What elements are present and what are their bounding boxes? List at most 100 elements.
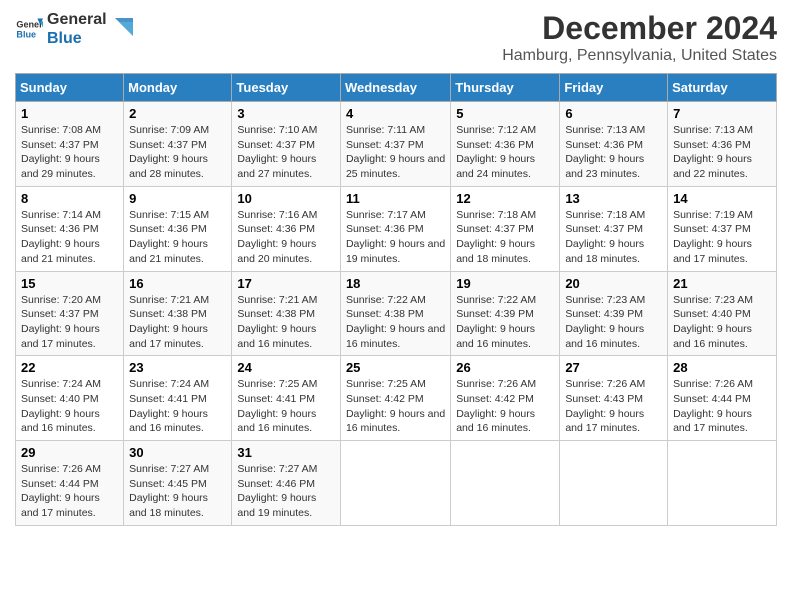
calendar-cell: 27 Sunrise: 7:26 AMSunset: 4:43 PMDaylig… xyxy=(560,356,668,441)
calendar-table: SundayMondayTuesdayWednesdayThursdayFrid… xyxy=(15,73,777,526)
logo-triangle xyxy=(111,18,133,40)
calendar-cell: 10 Sunrise: 7:16 AMSunset: 4:36 PMDaylig… xyxy=(232,186,341,271)
day-number: 7 xyxy=(673,106,771,121)
calendar-header-row: SundayMondayTuesdayWednesdayThursdayFrid… xyxy=(16,74,777,102)
calendar-cell: 5 Sunrise: 7:12 AMSunset: 4:36 PMDayligh… xyxy=(451,102,560,187)
calendar-cell: 2 Sunrise: 7:09 AMSunset: 4:37 PMDayligh… xyxy=(124,102,232,187)
day-number: 14 xyxy=(673,191,771,206)
day-number: 5 xyxy=(456,106,554,121)
calendar-cell: 6 Sunrise: 7:13 AMSunset: 4:36 PMDayligh… xyxy=(560,102,668,187)
calendar-week-2: 8 Sunrise: 7:14 AMSunset: 4:36 PMDayligh… xyxy=(16,186,777,271)
calendar-cell: 9 Sunrise: 7:15 AMSunset: 4:36 PMDayligh… xyxy=(124,186,232,271)
day-info: Sunrise: 7:17 AMSunset: 4:36 PMDaylight:… xyxy=(346,209,445,265)
page: General Blue General Blue December 2024 … xyxy=(0,0,792,612)
day-info: Sunrise: 7:24 AMSunset: 4:41 PMDaylight:… xyxy=(129,378,209,434)
day-info: Sunrise: 7:12 AMSunset: 4:36 PMDaylight:… xyxy=(456,124,536,180)
day-number: 10 xyxy=(237,191,335,206)
day-number: 13 xyxy=(565,191,662,206)
calendar-cell: 14 Sunrise: 7:19 AMSunset: 4:37 PMDaylig… xyxy=(668,186,777,271)
calendar-cell: 23 Sunrise: 7:24 AMSunset: 4:41 PMDaylig… xyxy=(124,356,232,441)
day-info: Sunrise: 7:26 AMSunset: 4:44 PMDaylight:… xyxy=(673,378,753,434)
day-number: 4 xyxy=(346,106,445,121)
calendar-cell: 16 Sunrise: 7:21 AMSunset: 4:38 PMDaylig… xyxy=(124,271,232,356)
day-info: Sunrise: 7:25 AMSunset: 4:41 PMDaylight:… xyxy=(237,378,317,434)
day-number: 21 xyxy=(673,276,771,291)
day-number: 2 xyxy=(129,106,226,121)
day-info: Sunrise: 7:08 AMSunset: 4:37 PMDaylight:… xyxy=(21,124,101,180)
day-info: Sunrise: 7:27 AMSunset: 4:46 PMDaylight:… xyxy=(237,463,317,519)
day-info: Sunrise: 7:22 AMSunset: 4:39 PMDaylight:… xyxy=(456,294,536,350)
col-header-wednesday: Wednesday xyxy=(340,74,450,102)
day-number: 18 xyxy=(346,276,445,291)
calendar-cell: 15 Sunrise: 7:20 AMSunset: 4:37 PMDaylig… xyxy=(16,271,124,356)
day-number: 24 xyxy=(237,360,335,375)
calendar-cell xyxy=(340,441,450,526)
calendar-cell: 30 Sunrise: 7:27 AMSunset: 4:45 PMDaylig… xyxy=(124,441,232,526)
calendar-cell: 18 Sunrise: 7:22 AMSunset: 4:38 PMDaylig… xyxy=(340,271,450,356)
day-info: Sunrise: 7:11 AMSunset: 4:37 PMDaylight:… xyxy=(346,124,445,180)
day-info: Sunrise: 7:24 AMSunset: 4:40 PMDaylight:… xyxy=(21,378,101,434)
calendar-cell: 28 Sunrise: 7:26 AMSunset: 4:44 PMDaylig… xyxy=(668,356,777,441)
day-number: 9 xyxy=(129,191,226,206)
day-info: Sunrise: 7:18 AMSunset: 4:37 PMDaylight:… xyxy=(456,209,536,265)
day-number: 3 xyxy=(237,106,335,121)
calendar-cell: 1 Sunrise: 7:08 AMSunset: 4:37 PMDayligh… xyxy=(16,102,124,187)
calendar-cell: 31 Sunrise: 7:27 AMSunset: 4:46 PMDaylig… xyxy=(232,441,341,526)
col-header-monday: Monday xyxy=(124,74,232,102)
day-info: Sunrise: 7:13 AMSunset: 4:36 PMDaylight:… xyxy=(565,124,645,180)
day-number: 29 xyxy=(21,445,118,460)
calendar-cell: 4 Sunrise: 7:11 AMSunset: 4:37 PMDayligh… xyxy=(340,102,450,187)
page-title: December 2024 xyxy=(502,10,777,47)
day-info: Sunrise: 7:15 AMSunset: 4:36 PMDaylight:… xyxy=(129,209,209,265)
day-info: Sunrise: 7:09 AMSunset: 4:37 PMDaylight:… xyxy=(129,124,209,180)
day-info: Sunrise: 7:27 AMSunset: 4:45 PMDaylight:… xyxy=(129,463,209,519)
logo-general: General xyxy=(47,10,107,29)
day-info: Sunrise: 7:18 AMSunset: 4:37 PMDaylight:… xyxy=(565,209,645,265)
col-header-saturday: Saturday xyxy=(668,74,777,102)
calendar-week-5: 29 Sunrise: 7:26 AMSunset: 4:44 PMDaylig… xyxy=(16,441,777,526)
calendar-cell: 22 Sunrise: 7:24 AMSunset: 4:40 PMDaylig… xyxy=(16,356,124,441)
day-number: 23 xyxy=(129,360,226,375)
calendar-cell: 11 Sunrise: 7:17 AMSunset: 4:36 PMDaylig… xyxy=(340,186,450,271)
calendar-cell: 3 Sunrise: 7:10 AMSunset: 4:37 PMDayligh… xyxy=(232,102,341,187)
day-info: Sunrise: 7:26 AMSunset: 4:43 PMDaylight:… xyxy=(565,378,645,434)
day-info: Sunrise: 7:14 AMSunset: 4:36 PMDaylight:… xyxy=(21,209,101,265)
logo: General Blue General Blue xyxy=(15,10,133,48)
header: General Blue General Blue December 2024 … xyxy=(15,10,777,65)
calendar-cell: 8 Sunrise: 7:14 AMSunset: 4:36 PMDayligh… xyxy=(16,186,124,271)
day-number: 11 xyxy=(346,191,445,206)
calendar-cell: 7 Sunrise: 7:13 AMSunset: 4:36 PMDayligh… xyxy=(668,102,777,187)
day-number: 12 xyxy=(456,191,554,206)
calendar-cell: 17 Sunrise: 7:21 AMSunset: 4:38 PMDaylig… xyxy=(232,271,341,356)
day-number: 20 xyxy=(565,276,662,291)
col-header-friday: Friday xyxy=(560,74,668,102)
calendar-cell: 25 Sunrise: 7:25 AMSunset: 4:42 PMDaylig… xyxy=(340,356,450,441)
day-info: Sunrise: 7:19 AMSunset: 4:37 PMDaylight:… xyxy=(673,209,753,265)
calendar-cell: 21 Sunrise: 7:23 AMSunset: 4:40 PMDaylig… xyxy=(668,271,777,356)
day-number: 19 xyxy=(456,276,554,291)
title-area: December 2024 Hamburg, Pennsylvania, Uni… xyxy=(502,10,777,65)
col-header-thursday: Thursday xyxy=(451,74,560,102)
calendar-cell xyxy=(560,441,668,526)
calendar-cell: 12 Sunrise: 7:18 AMSunset: 4:37 PMDaylig… xyxy=(451,186,560,271)
calendar-cell: 24 Sunrise: 7:25 AMSunset: 4:41 PMDaylig… xyxy=(232,356,341,441)
col-header-tuesday: Tuesday xyxy=(232,74,341,102)
day-number: 25 xyxy=(346,360,445,375)
day-number: 8 xyxy=(21,191,118,206)
day-info: Sunrise: 7:23 AMSunset: 4:40 PMDaylight:… xyxy=(673,294,753,350)
calendar-week-1: 1 Sunrise: 7:08 AMSunset: 4:37 PMDayligh… xyxy=(16,102,777,187)
day-number: 31 xyxy=(237,445,335,460)
svg-text:Blue: Blue xyxy=(16,30,36,40)
calendar-cell xyxy=(451,441,560,526)
day-number: 26 xyxy=(456,360,554,375)
day-info: Sunrise: 7:16 AMSunset: 4:36 PMDaylight:… xyxy=(237,209,317,265)
day-info: Sunrise: 7:22 AMSunset: 4:38 PMDaylight:… xyxy=(346,294,445,350)
day-info: Sunrise: 7:26 AMSunset: 4:42 PMDaylight:… xyxy=(456,378,536,434)
calendar-cell: 26 Sunrise: 7:26 AMSunset: 4:42 PMDaylig… xyxy=(451,356,560,441)
calendar-week-3: 15 Sunrise: 7:20 AMSunset: 4:37 PMDaylig… xyxy=(16,271,777,356)
day-number: 15 xyxy=(21,276,118,291)
day-number: 27 xyxy=(565,360,662,375)
day-info: Sunrise: 7:13 AMSunset: 4:36 PMDaylight:… xyxy=(673,124,753,180)
calendar-cell: 20 Sunrise: 7:23 AMSunset: 4:39 PMDaylig… xyxy=(560,271,668,356)
day-number: 1 xyxy=(21,106,118,121)
